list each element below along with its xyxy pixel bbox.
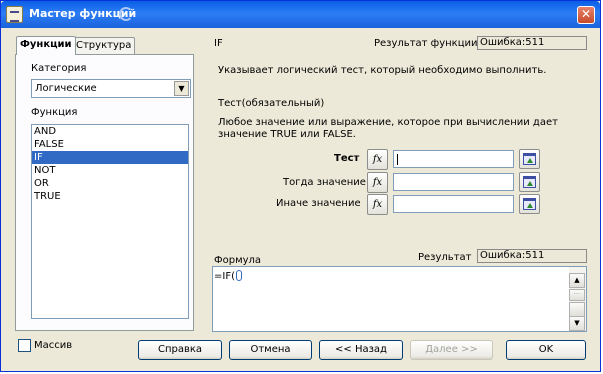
function-description: Указывает логический тест, который необх… [218,65,547,76]
arg-input-test[interactable] [393,150,514,168]
function-name: IF [214,38,223,49]
app-icon [6,6,23,23]
tab-functions-label: Функции [20,39,72,50]
back-button-label: << Назад [335,344,387,355]
formula-text-value: =IF( [214,271,235,282]
param-title: Тест(обязательный) [218,98,325,109]
list-item[interactable]: OR [32,177,188,190]
arg-label-else: Иначе значение [276,198,361,209]
formula-scrollbar[interactable]: ▲ ··· ▼ [569,267,586,331]
shrink-button-then[interactable] [519,172,540,192]
tab-structure-label: Структура [76,40,132,51]
formula-result-label: Результат [418,252,472,263]
array-label-text: Массив [34,340,73,351]
category-value: Логические [35,83,97,94]
fx-button-test[interactable]: fx [367,149,388,170]
array-label: Массив [34,340,72,351]
category-label-text: Категория [31,63,87,74]
scroll-up-button[interactable]: ▲ [569,273,585,288]
shrink-button-else[interactable] [519,194,540,214]
tab-structure[interactable]: Структура [72,37,136,54]
array-checkbox[interactable] [18,339,31,352]
scroll-down-button[interactable]: ▼ [569,316,585,331]
next-button-label: Далее >> [425,344,478,355]
arg-input-else[interactable] [393,195,514,213]
shrink-icon [523,153,536,165]
category-dropdown[interactable]: Логические ▼ [31,79,191,98]
list-item[interactable]: NOT [32,164,188,177]
list-item-selected[interactable]: IF [32,151,188,164]
result-label: Результат функции [374,38,478,49]
formula-text: =IF( [214,270,242,282]
shrink-icon [523,176,536,188]
result-value: Ошибка:511 [477,36,587,50]
function-wizard-dialog: Мастер функций ✕ Функции Структура Катег… [0,0,601,372]
list-item[interactable]: AND [32,125,188,138]
param-description-line2: значение TRUE или FALSE. [218,129,356,140]
help-button[interactable]: Справка [138,340,222,360]
ok-button-label: OK [538,344,554,355]
arg-label-test: Тест [334,153,359,164]
fx-icon: fx [372,177,383,188]
functions-panel: Категория Логические ▼ Функция AND FALSE… [15,54,194,331]
fx-button-else[interactable]: fx [367,194,388,215]
function-label: Функция [31,107,77,118]
swirl-icon [119,7,133,21]
shrink-icon [523,198,536,210]
fx-icon: fx [372,154,383,165]
arg-input-then[interactable] [393,173,514,191]
arg-label-then-text: Тогда значение [283,177,366,188]
bracket-highlight [235,270,242,281]
function-list[interactable]: AND FALSE IF NOT OR TRUE [31,124,189,319]
tab-functions[interactable]: Функции [16,36,76,55]
fx-button-then[interactable]: fx [367,172,388,193]
text-cursor [397,154,398,165]
list-item[interactable]: TRUE [32,190,188,203]
shrink-button-test[interactable] [519,149,540,169]
arg-label-else-text: Иначе значение [276,198,361,209]
title-bar[interactable]: Мастер функций ✕ [1,1,600,28]
arg-label-then: Тогда значение [283,177,366,188]
arg-label-test-text: Тест [334,153,360,164]
back-button[interactable]: << Назад [319,340,403,360]
formula-result-value: Ошибка:511 [477,249,587,263]
chevron-down-icon[interactable]: ▼ [174,81,189,96]
scroll-handle[interactable] [569,302,585,317]
next-button: Далее >> [410,340,493,360]
ok-button[interactable]: OK [506,340,586,360]
category-label: Категория [31,63,86,74]
formula-label: Формула [214,255,262,266]
close-button[interactable]: ✕ [577,6,595,24]
formula-editor[interactable]: =IF( ▲ ··· ▼ [212,266,587,332]
param-description-line1: Любое значение или выражение, которое пр… [218,117,558,128]
list-item[interactable]: FALSE [32,138,188,151]
cancel-button-label: Отмена [250,344,291,355]
function-label-text: Функция [31,107,78,118]
scroll-thumb[interactable]: ··· [569,289,585,301]
help-button-label: Справка [157,344,203,355]
cancel-button[interactable]: Отмена [229,340,312,360]
fx-icon: fx [372,199,383,210]
